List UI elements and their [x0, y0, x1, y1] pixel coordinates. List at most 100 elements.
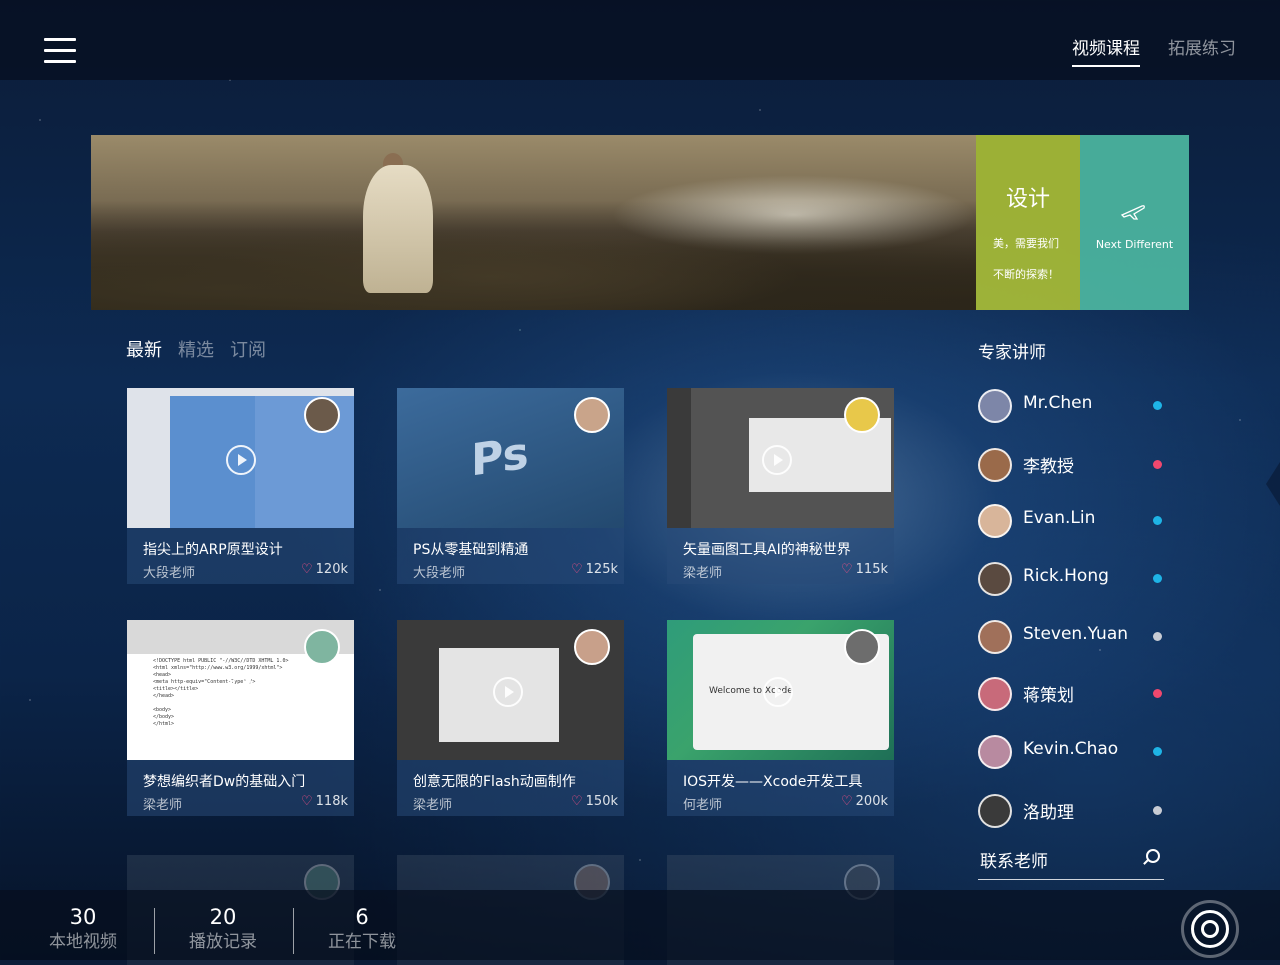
- stat-label: 本地视频: [49, 932, 117, 952]
- course-likes[interactable]: ♡ 120k: [301, 562, 348, 577]
- avatar: [978, 389, 1012, 423]
- course-likes[interactable]: ♡ 150k: [571, 794, 618, 809]
- stat-value: 20: [209, 905, 237, 929]
- course-title: 梦想编织者Dw的基础入门: [143, 774, 306, 790]
- expert-name: 蒋策划: [1023, 686, 1074, 706]
- likes-count: 120k: [315, 562, 348, 577]
- play-icon[interactable]: [763, 677, 793, 707]
- stat-downloading[interactable]: 6 正在下载: [317, 904, 407, 954]
- photoshop-logo: Ps: [471, 427, 529, 487]
- main-nav: 视频课程 拓展练习: [1072, 34, 1236, 67]
- experts-title: 专家讲师: [978, 343, 1046, 363]
- avatar: [978, 794, 1012, 828]
- status-dot: [1153, 401, 1162, 410]
- course-teacher: 大段老师: [143, 566, 196, 581]
- course-teacher: 梁老师: [683, 566, 723, 581]
- hero-banner[interactable]: 设计 美，需要我们 不断的探索！ Next Different: [91, 135, 1189, 310]
- tab-subscribed[interactable]: 订阅: [230, 336, 266, 362]
- contact-teacher-button[interactable]: 联系老师: [978, 845, 1164, 880]
- top-bar: 视频课程 拓展练习: [0, 0, 1280, 80]
- play-icon[interactable]: [226, 677, 256, 707]
- course-title: 指尖上的ARP原型设计: [143, 542, 283, 558]
- banner-design-line1: 美，需要我们: [993, 237, 1059, 250]
- heart-icon: ♡: [301, 794, 313, 809]
- avatar: [978, 562, 1012, 596]
- stat-value: 30: [69, 905, 97, 929]
- stat-label: 播放记录: [189, 932, 257, 952]
- heart-icon: ♡: [301, 562, 313, 577]
- stat-value: 6: [355, 905, 369, 929]
- course-title: 创意无限的Flash动画制作: [413, 774, 576, 790]
- course-likes[interactable]: ♡ 200k: [841, 794, 888, 809]
- heart-icon: ♡: [841, 562, 853, 577]
- hamburger-icon[interactable]: [44, 38, 76, 64]
- bottom-bar: 30 本地视频 20 播放记录 6 正在下载: [0, 890, 1280, 960]
- course-tabs: 最新 精选 订阅: [126, 336, 266, 362]
- course-teacher: 梁老师: [143, 798, 183, 813]
- heart-icon: ♡: [841, 794, 853, 809]
- course-thumbnail: [667, 388, 894, 528]
- course-card[interactable]: 矢量画图工具AI的神秘世界 梁老师 ♡ 115k: [667, 388, 894, 584]
- expert-item[interactable]: 李教授: [978, 448, 1168, 482]
- avatar: [844, 629, 880, 665]
- course-thumbnail: Ps: [397, 388, 624, 528]
- avatar: [844, 397, 880, 433]
- course-likes[interactable]: ♡ 115k: [841, 562, 888, 577]
- course-teacher: 梁老师: [413, 798, 453, 813]
- expert-name: Kevin.Chao: [1023, 739, 1119, 759]
- stat-play-history[interactable]: 20 播放记录: [178, 904, 268, 954]
- search-icon[interactable]: [1146, 849, 1160, 863]
- avatar: [304, 629, 340, 665]
- tab-featured[interactable]: 精选: [178, 336, 214, 362]
- avatar: [978, 677, 1012, 711]
- expert-item[interactable]: Steven.Yuan: [978, 620, 1168, 654]
- likes-count: 115k: [855, 562, 888, 577]
- course-title: PS从零基础到精通: [413, 542, 529, 558]
- play-icon[interactable]: [762, 445, 792, 475]
- status-dot: [1153, 460, 1162, 469]
- course-title: 矢量画图工具AI的神秘世界: [683, 542, 851, 558]
- banner-next-panel[interactable]: Next Different: [1080, 135, 1189, 310]
- course-card[interactable]: <!DOCTYPE html PUBLIC "-//W3C//DTD XHTML…: [127, 620, 354, 816]
- expert-item[interactable]: 蒋策划: [978, 677, 1168, 711]
- course-title: IOS开发——Xcode开发工具: [683, 774, 863, 790]
- tab-extended-practice[interactable]: 拓展练习: [1168, 34, 1236, 67]
- stat-label: 正在下载: [328, 932, 396, 952]
- likes-count: 150k: [585, 794, 618, 809]
- course-card[interactable]: 指尖上的ARP原型设计 大段老师 ♡ 120k: [127, 388, 354, 584]
- record-ring-icon[interactable]: [1181, 900, 1239, 958]
- play-icon[interactable]: [226, 445, 256, 475]
- expert-item[interactable]: Mr.Chen: [978, 389, 1168, 423]
- play-icon[interactable]: [493, 677, 523, 707]
- status-dot: [1153, 689, 1162, 698]
- tab-latest[interactable]: 最新: [126, 336, 162, 362]
- expert-name: 洛助理: [1023, 803, 1074, 823]
- stat-local-videos[interactable]: 30 本地视频: [38, 904, 128, 954]
- avatar: [574, 397, 610, 433]
- course-likes[interactable]: ♡ 118k: [301, 794, 348, 809]
- expert-name: Evan.Lin: [1023, 508, 1096, 528]
- expert-name: Steven.Yuan: [1023, 624, 1129, 644]
- avatar: [304, 397, 340, 433]
- expert-item[interactable]: Rick.Hong: [978, 562, 1168, 596]
- avatar: [978, 448, 1012, 482]
- tab-video-courses[interactable]: 视频课程: [1072, 34, 1140, 67]
- likes-count: 125k: [585, 562, 618, 577]
- course-card[interactable]: Ps PS从零基础到精通 大段老师 ♡ 125k: [397, 388, 624, 584]
- course-likes[interactable]: ♡ 125k: [571, 562, 618, 577]
- status-dot: [1153, 574, 1162, 583]
- banner-design-title: 设计: [1005, 187, 1050, 212]
- expert-item[interactable]: Kevin.Chao: [978, 735, 1168, 769]
- avatar: [574, 629, 610, 665]
- expert-item[interactable]: Evan.Lin: [978, 504, 1168, 538]
- course-teacher: 大段老师: [413, 566, 466, 581]
- avatar: [978, 620, 1012, 654]
- side-drawer-handle[interactable]: [1266, 462, 1280, 506]
- banner-photo: [91, 135, 976, 310]
- course-card[interactable]: 创意无限的Flash动画制作 梁老师 ♡ 150k: [397, 620, 624, 816]
- expert-name: 李教授: [1023, 457, 1074, 477]
- course-card[interactable]: Welcome to Xcode IOS开发——Xcode开发工具 何老师 ♡ 2…: [667, 620, 894, 816]
- expert-item[interactable]: 洛助理: [978, 794, 1168, 828]
- expert-name: Rick.Hong: [1023, 566, 1109, 586]
- banner-design-panel[interactable]: 设计 美，需要我们 不断的探索！: [976, 135, 1080, 310]
